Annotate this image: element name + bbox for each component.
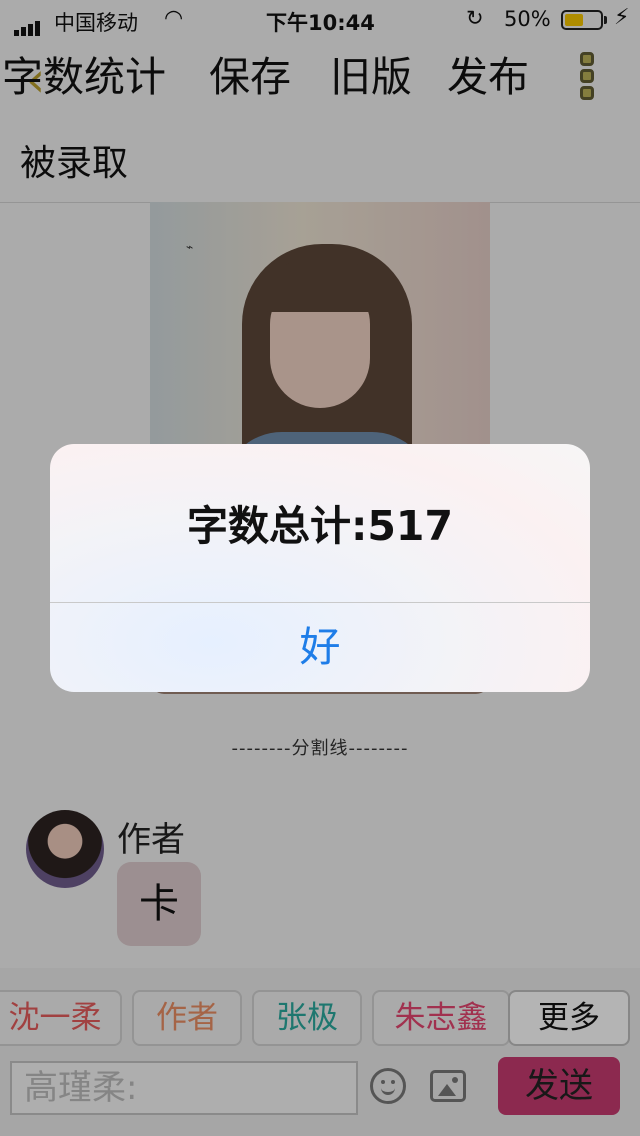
alert-message: 字数总计:517 xyxy=(187,502,453,550)
alert-dialog: 字数总计:517 好 xyxy=(50,444,590,692)
alert-ok-button[interactable]: 好 xyxy=(50,603,590,692)
